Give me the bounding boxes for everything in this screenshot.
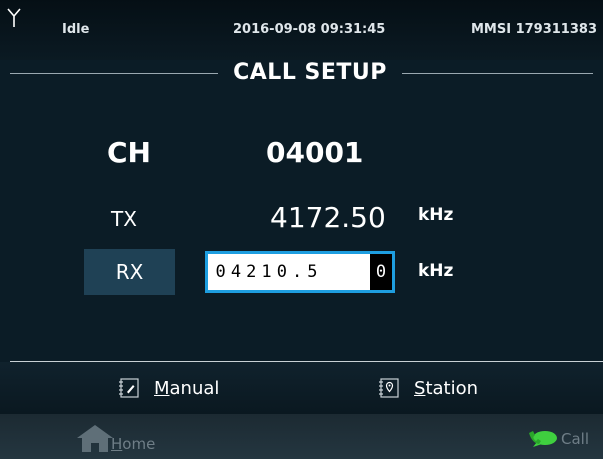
tx-label: TX: [111, 207, 137, 231]
home-icon: [77, 425, 113, 452]
station-label: tation: [425, 377, 479, 399]
rx-digit: 1: [261, 262, 272, 282]
call-button[interactable]: Call: [527, 429, 589, 449]
call-bubble-icon: [528, 431, 557, 447]
rx-digits: 0 4 2 1 0 . 5: [213, 254, 320, 290]
station-mnemonic: S: [414, 377, 426, 399]
home-label: ome: [122, 435, 156, 453]
station-list-icon: [379, 378, 399, 398]
title-divider-left: [10, 73, 218, 74]
home-mnemonic: H: [111, 435, 123, 453]
channel-label: CH: [107, 136, 151, 169]
rx-digit: 5: [307, 262, 318, 282]
rx-unit: kHz: [418, 261, 454, 281]
options-bar: Manual Station: [0, 362, 603, 414]
tx-value[interactable]: 4172.50: [270, 201, 386, 234]
call-label: Call: [560, 430, 589, 448]
tx-unit: kHz: [418, 205, 454, 225]
rx-digit: 2: [246, 262, 257, 282]
manual-button[interactable]: Manual: [118, 377, 219, 399]
rx-digit: 4: [230, 262, 242, 282]
station-button[interactable]: Station: [378, 377, 478, 399]
antenna-icon: [7, 8, 21, 27]
manual-mnemonic: M: [154, 377, 170, 399]
title-divider-right: [402, 73, 593, 74]
status-mmsi: MMSI 179311383: [470, 22, 597, 37]
status-datetime: 2016-09-08 09:31:45: [233, 22, 386, 37]
home-button[interactable]: Home: [75, 423, 155, 453]
nav-bar: Home Call: [0, 414, 603, 459]
rx-button[interactable]: RX: [84, 249, 175, 295]
status-bar: Idle 2016-09-08 09:31:45 MMSI 179311383: [0, 0, 603, 60]
rx-frequency-input[interactable]: 0 4 2 1 0 . 5 0: [205, 251, 395, 293]
rx-digit: 0: [276, 262, 287, 282]
rx-decimal-point: .: [292, 262, 303, 282]
rx-cursor-digit[interactable]: 0: [370, 254, 392, 290]
rx-digit: 0: [215, 262, 226, 282]
channel-value[interactable]: 04001: [266, 136, 363, 169]
status-state: Idle: [62, 22, 90, 37]
manual-label: anual: [169, 377, 220, 399]
page-title: CALL SETUP: [233, 60, 387, 85]
manual-entry-icon: [119, 378, 139, 398]
